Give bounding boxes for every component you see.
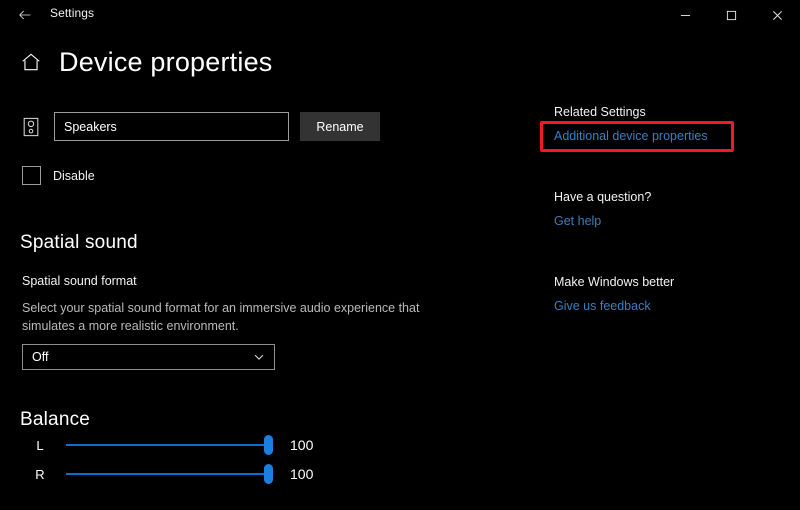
spatial-sound-format-label: Spatial sound format [22,274,137,288]
balance-slider-left-row: L 100 [22,433,322,457]
disable-checkbox[interactable] [22,166,41,185]
balance-slider-right-row: R 100 [22,462,322,486]
related-settings-heading: Related Settings [554,105,646,119]
disable-checkbox-row[interactable]: Disable [22,166,95,185]
spatial-sound-description: Select your spatial sound format for an … [22,301,420,333]
balance-left-slider[interactable] [66,433,278,457]
balance-left-label: L [36,437,44,453]
balance-right-slider[interactable] [66,462,278,486]
settings-window: Settings Device properties Speakers Rena… [0,0,800,510]
slider-track [66,444,272,446]
slider-track [66,473,272,475]
spatial-sound-heading: Spatial sound [20,232,138,253]
balance-right-label: R [35,466,45,482]
have-a-question-heading: Have a question? [554,190,652,204]
speaker-icon [22,117,40,137]
make-windows-better-heading: Make Windows better [554,275,675,289]
disable-label: Disable [53,168,95,183]
related-settings-panel: Related Settings Additional device prope… [554,0,800,510]
main-content: Rename Disable Spatial sound Spatial sou… [0,0,520,510]
additional-device-properties-link[interactable]: Additional device properties [554,129,708,143]
get-help-link[interactable]: Get help [554,214,601,228]
spatial-sound-selected-value: Off [32,350,49,364]
slider-thumb[interactable] [264,435,273,455]
device-name-input[interactable] [54,112,289,141]
balance-right-value: 100 [290,466,314,482]
balance-heading: Balance [20,409,91,430]
chevron-down-icon [253,351,265,363]
slider-thumb[interactable] [264,464,273,484]
give-us-feedback-link[interactable]: Give us feedback [554,299,651,313]
device-name-row: Rename [22,112,380,141]
rename-button[interactable]: Rename [300,112,380,141]
balance-left-value: 100 [290,437,314,453]
spatial-sound-format-dropdown[interactable]: Off [22,344,275,370]
